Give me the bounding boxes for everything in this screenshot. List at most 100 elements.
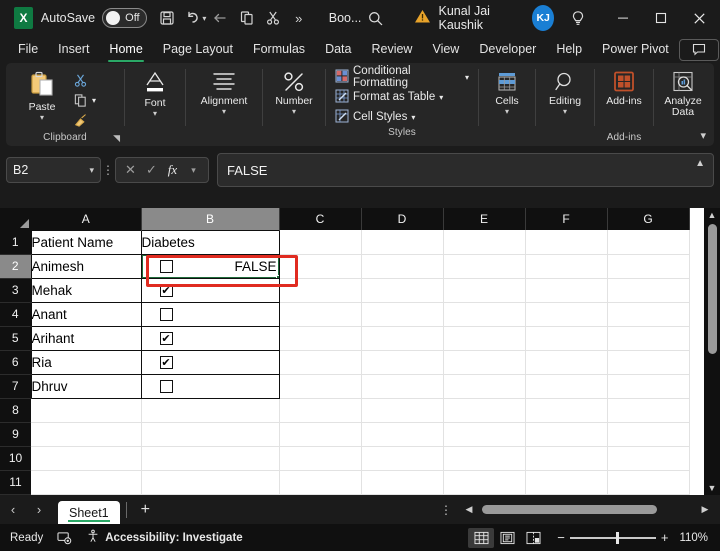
- row-header-7[interactable]: 7: [0, 374, 31, 398]
- confirm-check-icon[interactable]: ✓: [142, 162, 161, 178]
- cell-a3[interactable]: Mehak: [31, 278, 141, 302]
- cell-e8[interactable]: [443, 398, 525, 422]
- row-header-3[interactable]: 3: [0, 278, 31, 302]
- format-painter-button[interactable]: [70, 110, 99, 130]
- analyze-data-button[interactable]: Analyze Data: [655, 67, 711, 118]
- cell-f5[interactable]: [525, 326, 607, 350]
- ribbon-collapse-chevron-down-icon[interactable]: ▾: [700, 129, 706, 142]
- number-chevron-down-icon[interactable]: ▾: [292, 107, 296, 116]
- cell-g3[interactable]: [607, 278, 689, 302]
- cell-d7[interactable]: [361, 374, 443, 398]
- scroll-up-arrow-icon[interactable]: ▲: [708, 208, 717, 222]
- checkbox-b5[interactable]: ✔: [160, 332, 173, 345]
- row-header-8[interactable]: 8: [0, 398, 31, 422]
- cell-g2[interactable]: [607, 254, 689, 278]
- row-header-9[interactable]: 9: [0, 422, 31, 446]
- conditional-formatting-chevron-down-icon[interactable]: ▾: [465, 73, 469, 82]
- more-commands-icon[interactable]: »: [287, 4, 311, 32]
- cell-d9[interactable]: [361, 422, 443, 446]
- column-header-a[interactable]: A: [31, 208, 141, 230]
- cell-b5[interactable]: ✔: [141, 326, 279, 350]
- zoom-level-label[interactable]: 110%: [679, 532, 708, 544]
- cell-g11[interactable]: [607, 470, 689, 494]
- zoom-track[interactable]: [570, 537, 656, 539]
- cell-c4[interactable]: [279, 302, 361, 326]
- name-box-chevron-down-icon[interactable]: ▾: [89, 165, 94, 176]
- horizontal-scroll-thumb[interactable]: [482, 505, 657, 514]
- sheet-bar-handle[interactable]: ⋮: [440, 506, 452, 514]
- checkbox-b3[interactable]: ✔: [160, 284, 173, 297]
- zoom-out-button[interactable]: −: [552, 530, 570, 545]
- row-header-4[interactable]: 4: [0, 302, 31, 326]
- tab-data[interactable]: Data: [315, 39, 361, 60]
- cell-e3[interactable]: [443, 278, 525, 302]
- cell-c3[interactable]: [279, 278, 361, 302]
- cell-d11[interactable]: [361, 470, 443, 494]
- row-header-10[interactable]: 10: [0, 446, 31, 470]
- tab-review[interactable]: Review: [361, 39, 422, 60]
- cell-c7[interactable]: [279, 374, 361, 398]
- editing-chevron-down-icon[interactable]: ▾: [563, 107, 567, 116]
- cell-d4[interactable]: [361, 302, 443, 326]
- accessibility-status[interactable]: Accessibility: Investigate: [86, 529, 242, 546]
- tab-insert[interactable]: Insert: [48, 39, 99, 60]
- copy-button[interactable]: ▾: [70, 90, 99, 110]
- row-header-1[interactable]: 1: [0, 230, 31, 254]
- number-button[interactable]: Number ▾: [265, 67, 323, 116]
- cell-a5[interactable]: Arihant: [31, 326, 141, 350]
- lightbulb-icon[interactable]: [566, 4, 590, 32]
- cell-a6[interactable]: Ria: [31, 350, 141, 374]
- cell-d8[interactable]: [361, 398, 443, 422]
- cell-e6[interactable]: [443, 350, 525, 374]
- cell-f1[interactable]: [525, 230, 607, 254]
- column-header-c[interactable]: C: [279, 208, 361, 230]
- row-header-6[interactable]: 6: [0, 350, 31, 374]
- cell-d10[interactable]: [361, 446, 443, 470]
- tab-formulas[interactable]: Formulas: [243, 39, 315, 60]
- cell-b7[interactable]: [141, 374, 279, 398]
- close-button[interactable]: [680, 1, 718, 35]
- cell-f11[interactable]: [525, 470, 607, 494]
- cell-e11[interactable]: [443, 470, 525, 494]
- cell-d1[interactable]: [361, 230, 443, 254]
- column-header-d[interactable]: D: [361, 208, 443, 230]
- paste-chevron-down-icon[interactable]: ▾: [40, 113, 44, 122]
- cell-b2[interactable]: FALSE: [141, 254, 279, 278]
- checkbox-b4[interactable]: [160, 308, 173, 321]
- formula-input[interactable]: FALSE ▲: [217, 153, 714, 187]
- cell-b1[interactable]: Diabetes: [141, 230, 279, 254]
- redo-icon[interactable]: [208, 4, 232, 32]
- cell-f4[interactable]: [525, 302, 607, 326]
- cell-f3[interactable]: [525, 278, 607, 302]
- cell-f2[interactable]: [525, 254, 607, 278]
- addins-button[interactable]: Add-ins: [598, 67, 650, 107]
- cell-b8[interactable]: [141, 398, 279, 422]
- cell-f9[interactable]: [525, 422, 607, 446]
- undo-dropdown-caret[interactable]: ▾: [202, 14, 206, 23]
- copy-chevron-down-icon[interactable]: ▾: [92, 96, 96, 105]
- cell-d3[interactable]: [361, 278, 443, 302]
- tab-home[interactable]: Home: [99, 39, 152, 60]
- cell-d6[interactable]: [361, 350, 443, 374]
- cell-g6[interactable]: [607, 350, 689, 374]
- cell-d5[interactable]: [361, 326, 443, 350]
- cell-g7[interactable]: [607, 374, 689, 398]
- column-header-g[interactable]: G: [607, 208, 689, 230]
- name-box[interactable]: B2 ▾: [6, 157, 101, 183]
- scroll-left-arrow-icon[interactable]: ◀: [462, 504, 476, 515]
- column-header-b[interactable]: B: [141, 208, 279, 230]
- cell-styles-button[interactable]: Cell Styles ▾: [332, 107, 472, 127]
- cell-f6[interactable]: [525, 350, 607, 374]
- cell-e4[interactable]: [443, 302, 525, 326]
- cell-b10[interactable]: [141, 446, 279, 470]
- autosave-toggle[interactable]: Off: [102, 8, 147, 28]
- cell-a11[interactable]: [31, 470, 141, 494]
- tab-view[interactable]: View: [422, 39, 469, 60]
- vertical-scrollbar[interactable]: ▲ ▼: [704, 208, 720, 495]
- cell-g10[interactable]: [607, 446, 689, 470]
- cell-b11[interactable]: [141, 470, 279, 494]
- comments-button[interactable]: [679, 39, 719, 61]
- cell-e9[interactable]: [443, 422, 525, 446]
- zoom-slider[interactable]: − +: [552, 530, 673, 545]
- cell-c8[interactable]: [279, 398, 361, 422]
